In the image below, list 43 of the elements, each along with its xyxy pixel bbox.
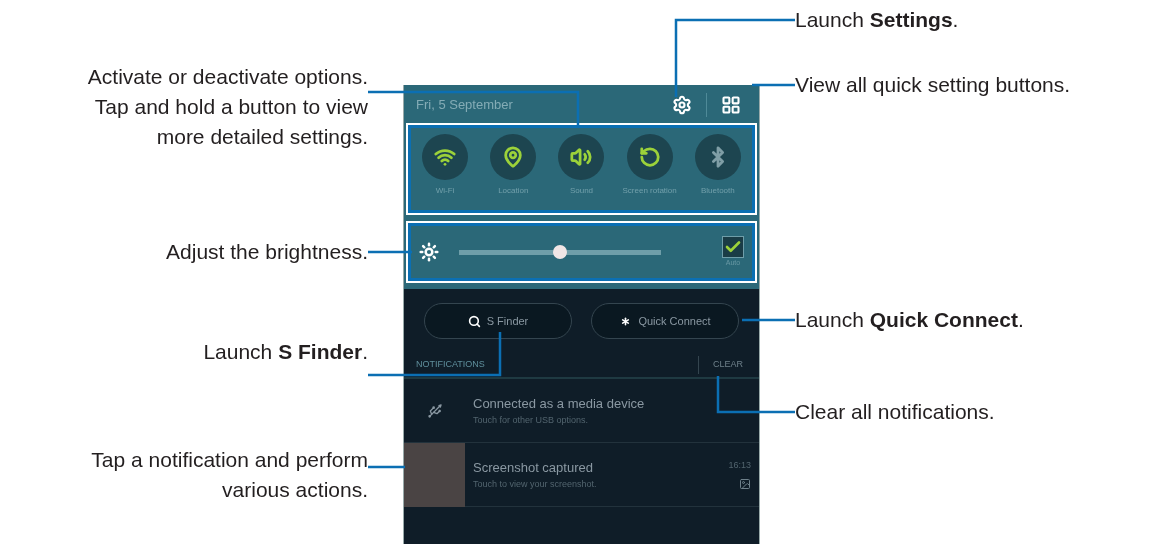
usb-icon xyxy=(426,402,443,419)
callout-text: Launch Quick Connect. xyxy=(795,307,1025,333)
callout-text: Launch S Finder. xyxy=(203,339,368,365)
leader-line xyxy=(368,465,405,469)
wifi-icon xyxy=(434,146,457,168)
brightness-icon xyxy=(419,242,439,262)
callout-text: Adjust the brightness. xyxy=(166,239,368,265)
callout-text: View all quick setting buttons. xyxy=(795,72,1072,98)
toggle-label: Location xyxy=(498,186,529,195)
pill-button[interactable]: S Finder xyxy=(424,303,572,339)
notifications-heading: NOTIFICATIONS xyxy=(416,358,486,372)
slider-thumb[interactable] xyxy=(553,244,567,259)
callout-text: Activate or deactivate options. Tap and hold a button to view more detailed settings. xyxy=(86,64,368,150)
notification-title: Connected as a media device xyxy=(473,395,646,413)
pill-button[interactable]: Quick Connect xyxy=(591,303,739,339)
date-text: Fri, 5 September xyxy=(416,96,514,115)
speaker-icon xyxy=(570,146,593,168)
toggle-label: Bluetooth xyxy=(700,186,735,195)
notification-time: 16:13 xyxy=(728,458,751,472)
search-icon xyxy=(467,314,481,328)
callout-text: Tap a notification and perform various actions. xyxy=(90,447,368,503)
location-pin-icon xyxy=(502,146,525,168)
grid-icon[interactable] xyxy=(721,95,741,115)
thumbnail-placeholder xyxy=(404,442,465,507)
clear-button[interactable]: CLEAR xyxy=(713,358,743,372)
callout-text: Launch Settings. xyxy=(795,7,960,33)
rotate-icon xyxy=(638,146,661,168)
toggle-label: Wi-Fi xyxy=(435,186,455,195)
toggle-button[interactable] xyxy=(694,134,741,180)
settings-icon[interactable] xyxy=(672,95,692,115)
notification-row[interactable]: Screenshot captured Touch to view your screenshot. 16:13 xyxy=(404,443,759,507)
auto-checkbox[interactable] xyxy=(722,235,744,258)
toggle-button[interactable] xyxy=(490,134,537,180)
toggle-button[interactable] xyxy=(422,134,469,180)
notification-title: Screenshot captured xyxy=(473,459,594,477)
callout-text: Clear all notifications. xyxy=(795,399,996,425)
image-icon xyxy=(739,478,751,491)
leader-line xyxy=(742,318,795,322)
toggle-button[interactable] xyxy=(558,134,605,180)
notification-subtitle: Touch for other USB options. xyxy=(473,413,590,427)
toggle-label: Screen rotation xyxy=(622,186,677,195)
notification-subtitle: Touch to view your screenshot. xyxy=(473,477,598,491)
toggle-button[interactable] xyxy=(626,134,673,180)
